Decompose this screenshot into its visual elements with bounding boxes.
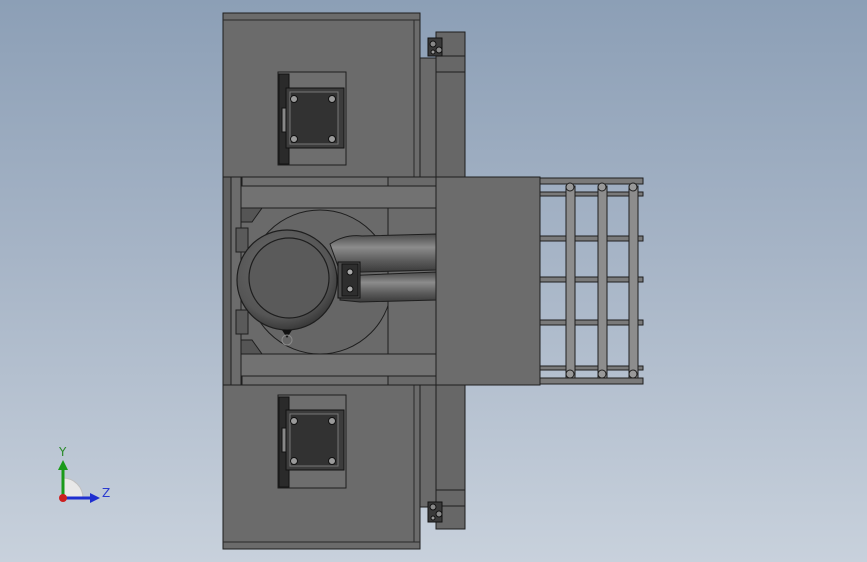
guide-rail-rack <box>539 177 644 385</box>
guide-rod <box>628 185 639 379</box>
actuator-arm <box>329 233 437 303</box>
top-bolt-cluster <box>427 37 443 57</box>
top-plate-bolt <box>290 135 298 143</box>
x-axis-dot <box>59 494 67 502</box>
bottom-plate-bolt <box>328 457 336 465</box>
guide-rod <box>565 185 576 379</box>
bottom-housing-block <box>222 384 421 550</box>
cad-viewport[interactable]: Y Z <box>0 0 867 562</box>
z-axis-label: Z <box>102 486 110 500</box>
bottom-plate-bolt <box>328 417 336 425</box>
bottom-side-bracket <box>419 384 466 530</box>
bottom-plate-bolt <box>290 457 298 465</box>
right-carriage <box>435 176 541 386</box>
top-housing-block <box>222 12 421 178</box>
guide-rod <box>597 185 608 379</box>
y-axis-label: Y <box>58 445 67 459</box>
top-plate-bolt <box>328 95 336 103</box>
bottom-bolt-cluster <box>427 501 443 523</box>
bottom-plate-bolt <box>290 417 298 425</box>
top-plate-bolt <box>290 95 298 103</box>
top-plate-bolt <box>328 135 336 143</box>
orientation-triad[interactable]: Y Z <box>58 445 110 503</box>
top-side-bracket <box>419 31 466 181</box>
